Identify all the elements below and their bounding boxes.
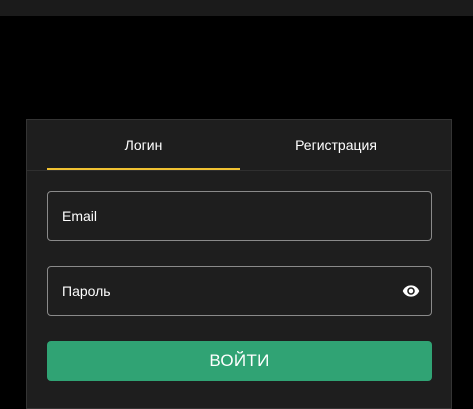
email-field-container — [47, 191, 432, 241]
auth-tabs: Логин Регистрация — [27, 120, 451, 171]
active-tab-indicator — [47, 168, 240, 170]
tab-login-label: Логин — [124, 137, 163, 153]
tab-login[interactable]: Логин — [47, 120, 240, 170]
tab-register-label: Регистрация — [295, 137, 377, 153]
top-bar — [0, 0, 473, 16]
password-field-container — [47, 266, 432, 316]
email-field[interactable] — [48, 192, 431, 240]
password-field[interactable] — [48, 267, 431, 315]
eye-icon[interactable] — [402, 282, 420, 300]
login-submit-button[interactable]: ВОЙТИ — [47, 341, 432, 381]
auth-panel: Логин Регистрация ВОЙТИ — [26, 119, 452, 409]
tab-register[interactable]: Регистрация — [240, 120, 432, 170]
